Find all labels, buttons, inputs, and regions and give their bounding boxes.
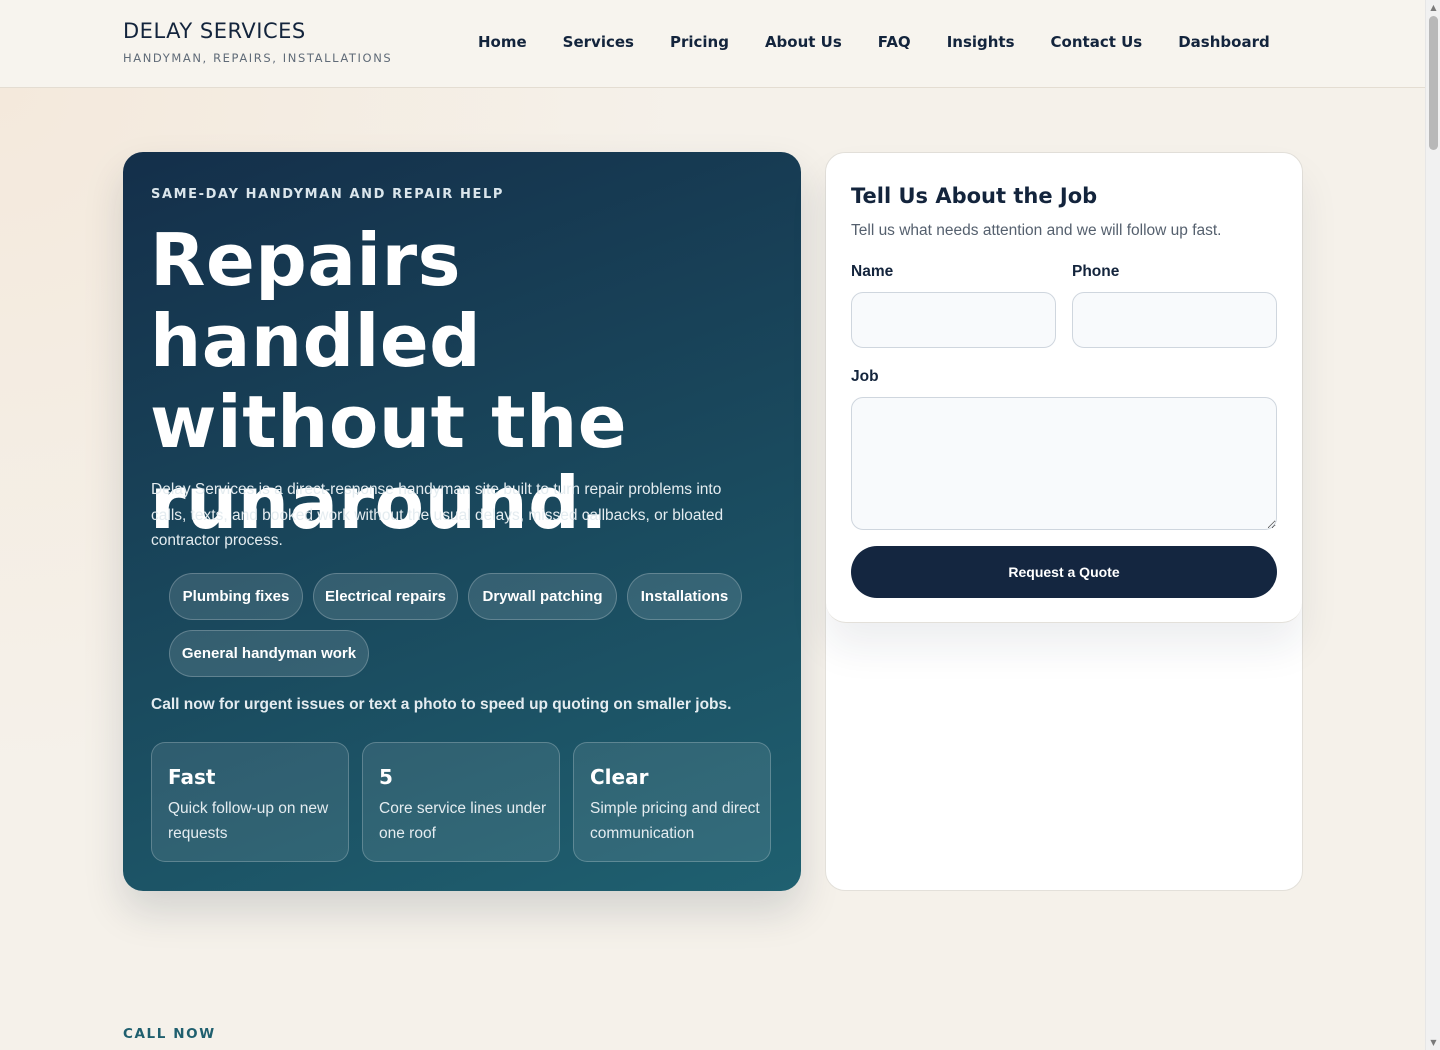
scroll-up-arrow-icon[interactable]: ▲ xyxy=(1426,0,1440,15)
stat-text: Simple pricing and direct communication xyxy=(590,800,760,842)
brand[interactable]: DELAY SERVICES HANDYMAN, REPAIRS, INSTAL… xyxy=(123,19,392,65)
stat-card-clear: Clear Simple pricing and direct communic… xyxy=(573,742,771,862)
site-header: DELAY SERVICES HANDYMAN, REPAIRS, INSTAL… xyxy=(0,0,1425,88)
scroll-down-arrow-icon[interactable]: ▼ xyxy=(1426,1035,1440,1050)
chip-plumbing-fixes[interactable]: Plumbing fixes xyxy=(169,573,303,620)
chip-drywall-patching[interactable]: Drywall patching xyxy=(468,573,617,620)
nav-services[interactable]: Services xyxy=(563,33,634,51)
stat-card-service-lines: 5 Core service lines under one roof xyxy=(362,742,560,862)
nav-home[interactable]: Home xyxy=(478,33,527,51)
phone-label: Phone xyxy=(1072,263,1120,280)
request-quote-button[interactable]: Request a Quote xyxy=(851,546,1277,598)
job-label: Job xyxy=(851,368,879,385)
job-textarea[interactable] xyxy=(851,397,1277,530)
name-label: Name xyxy=(851,263,894,280)
nav-pricing[interactable]: Pricing xyxy=(670,33,729,51)
nav-about-us[interactable]: About Us xyxy=(765,33,842,51)
hero-card: SAME-DAY HANDYMAN AND REPAIR HELP Repair… xyxy=(123,152,801,891)
nav-insights[interactable]: Insights xyxy=(947,33,1015,51)
stat-title: 5 xyxy=(379,765,393,789)
quote-form: Tell Us About the Job Tell us what needs… xyxy=(826,153,1302,623)
hero-description: Delay Services is a direct-response hand… xyxy=(151,481,724,549)
chip-general-handyman-work[interactable]: General handyman work xyxy=(169,630,369,677)
brand-tagline: HANDYMAN, REPAIRS, INSTALLATIONS xyxy=(123,51,393,65)
scrollbar-thumb[interactable] xyxy=(1429,16,1438,150)
stat-text: Quick follow-up on new requests xyxy=(168,800,329,842)
form-title: Tell Us About the Job xyxy=(851,184,1098,208)
hero-eyebrow: SAME-DAY HANDYMAN AND REPAIR HELP xyxy=(151,187,504,202)
hero-title-line: without the xyxy=(150,380,628,464)
stat-title: Clear xyxy=(590,765,649,789)
call-to-action-text: Call now for urgent issues or text a pho… xyxy=(151,696,732,713)
nav-dashboard[interactable]: Dashboard xyxy=(1178,33,1269,51)
page-scrollbar[interactable]: ▲ ▼ xyxy=(1425,0,1440,1050)
main-nav: Home Services Pricing About Us FAQ Insig… xyxy=(478,33,1270,51)
name-input[interactable] xyxy=(851,292,1056,348)
chip-installations[interactable]: Installations xyxy=(627,573,742,620)
hero-title-line: Repairs handled xyxy=(150,218,482,383)
phone-input[interactable] xyxy=(1072,292,1277,348)
chip-electrical-repairs[interactable]: Electrical repairs xyxy=(313,573,458,620)
brand-name[interactable]: DELAY SERVICES xyxy=(123,19,392,43)
section-kicker: CALL NOW xyxy=(123,1026,216,1042)
nav-faq[interactable]: FAQ xyxy=(878,33,911,51)
nav-contact-us[interactable]: Contact Us xyxy=(1051,33,1143,51)
stat-text: Core service lines under one roof xyxy=(379,800,547,842)
form-subtitle: Tell us what needs attention and we will… xyxy=(851,222,1222,239)
stat-card-fast: Fast Quick follow-up on new requests xyxy=(151,742,349,862)
stat-title: Fast xyxy=(168,765,216,789)
